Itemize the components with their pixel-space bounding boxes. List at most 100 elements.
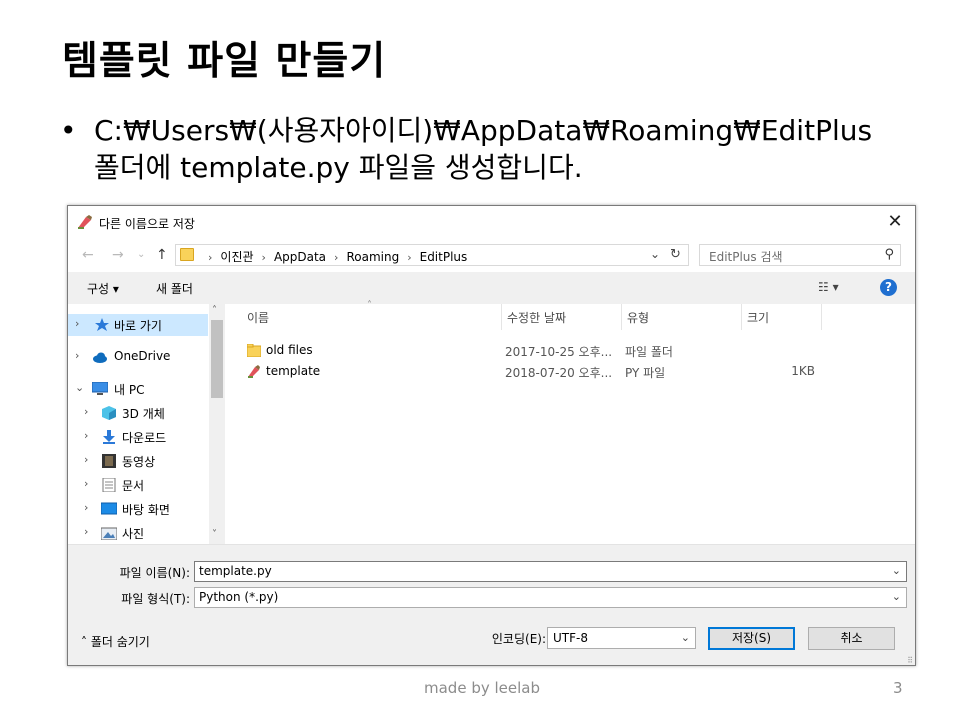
bullet-marker: • — [60, 114, 77, 147]
close-button[interactable]: ✕ — [875, 206, 915, 238]
column-header-type[interactable]: 유형 — [627, 308, 649, 330]
folder-icon — [180, 248, 194, 261]
column-header-modified[interactable]: 수정한 날짜 — [507, 308, 566, 330]
chevron-right-icon[interactable]: › — [75, 349, 79, 362]
column-divider[interactable] — [821, 304, 822, 330]
up-arrow-icon[interactable]: ↑ — [156, 247, 168, 263]
cube-icon — [102, 406, 116, 420]
scroll-up-icon[interactable]: ˄ — [212, 305, 217, 316]
nav-item-label: 다운로드 — [122, 431, 167, 445]
filename-field[interactable]: template.py ⌄ — [194, 561, 907, 582]
cloud-icon — [93, 352, 107, 363]
nav-item-documents[interactable]: › 문서 — [68, 474, 208, 496]
scroll-thumb[interactable] — [211, 320, 223, 398]
column-divider[interactable] — [501, 304, 502, 330]
nav-item-quick-access[interactable]: › 바로 가기 — [68, 314, 208, 336]
file-modified: 2018-07-20 오후... — [505, 366, 613, 380]
video-icon — [102, 454, 116, 468]
editplus-app-icon — [78, 215, 92, 229]
chevron-right-icon[interactable]: › — [84, 429, 88, 442]
forward-arrow-icon[interactable]: → — [112, 247, 124, 263]
column-header-name[interactable]: 이름 — [247, 308, 269, 330]
footer-credit: made by leelab — [424, 679, 540, 697]
nav-item-downloads[interactable]: › 다운로드 — [68, 426, 208, 448]
back-arrow-icon[interactable]: ← — [82, 247, 94, 263]
nav-item-3d-objects[interactable]: › 3D 개체 — [68, 402, 208, 424]
column-divider[interactable] — [621, 304, 622, 330]
file-name: template — [266, 364, 321, 378]
column-divider[interactable] — [741, 304, 742, 330]
chevron-right-icon[interactable]: › — [84, 477, 88, 490]
file-row[interactable]: old files 2017-10-25 오후... 파일 폴더 — [245, 341, 845, 362]
view-options-icon[interactable]: ☷ ▾ — [818, 280, 839, 294]
file-row[interactable]: template 2018-07-20 오후... PY 파일 1KB — [245, 362, 845, 383]
address-bar[interactable]: › 이진관 › AppData › Roaming › EditPlus ⌄ ↻ — [175, 244, 689, 266]
help-icon[interactable]: ? — [880, 279, 897, 296]
breadcrumb-item[interactable]: Roaming — [346, 250, 399, 264]
slide-title: 템플릿 파일 만들기 — [62, 39, 387, 84]
desktop-icon — [101, 502, 117, 515]
file-type: 파일 폴더 — [625, 345, 673, 359]
breadcrumb-separator: › — [208, 251, 213, 264]
nav-item-label: 동영상 — [122, 455, 156, 469]
recent-locations-icon[interactable]: ⌄ — [137, 249, 145, 260]
chevron-right-icon[interactable]: › — [84, 501, 88, 514]
nav-item-pictures[interactable]: › 사진 — [68, 522, 208, 544]
page-number: 3 — [893, 679, 903, 697]
editplus-file-icon — [248, 365, 260, 378]
nav-scrollbar[interactable]: ˄ ˅ — [209, 304, 225, 544]
file-list: 이름 ˄ 수정한 날짜 유형 크기 old files 2017-10-25 오… — [225, 300, 915, 544]
breadcrumb-separator: › — [261, 251, 266, 264]
command-bar: 구성 ▾ 새 폴더 ☷ ▾ ? — [68, 272, 915, 304]
new-folder-button[interactable]: 새 폴더 — [156, 280, 193, 297]
encoding-select[interactable]: UTF-8 ⌄ — [547, 627, 696, 649]
star-icon — [95, 318, 109, 331]
chevron-right-icon[interactable]: › — [84, 525, 88, 538]
nav-item-this-pc[interactable]: ⌄ 내 PC — [68, 378, 208, 400]
nav-item-label: 사진 — [122, 527, 145, 541]
chevron-down-icon[interactable]: ⌄ — [75, 381, 84, 394]
address-row: ← → ⌄ ↑ › 이진관 › AppData › Roaming › EditPlus ⌄ … — [68, 239, 915, 271]
search-placeholder: EditPlus 검색 — [709, 250, 783, 264]
chevron-right-icon[interactable]: › — [84, 453, 88, 466]
breadcrumb: › 이진관 › AppData › Roaming › EditPlus — [200, 248, 467, 265]
refresh-icon[interactable]: ↻ — [670, 247, 681, 262]
save-as-dialog: 다른 이름으로 저장 ✕ ← → ⌄ ↑ › 이진관 › AppData › Roamin… — [67, 205, 916, 666]
nav-item-videos[interactable]: › 동영상 — [68, 450, 208, 472]
sort-ascending-icon: ˄ — [367, 300, 372, 311]
chevron-right-icon[interactable]: › — [75, 317, 79, 330]
column-header-size[interactable]: 크기 — [747, 308, 769, 330]
encoding-value: UTF-8 — [553, 631, 588, 645]
nav-item-label: 바로 가기 — [114, 319, 162, 333]
computer-icon — [92, 382, 108, 395]
chevron-down-icon[interactable]: ⌄ — [681, 631, 690, 644]
download-icon — [103, 430, 115, 444]
breadcrumb-separator: › — [334, 251, 339, 264]
cancel-button[interactable]: 취소 — [808, 627, 895, 650]
file-size: 1KB — [791, 364, 815, 378]
filetype-label: 파일 형식(T): — [121, 592, 190, 606]
encoding-label: 인코딩(E): — [491, 632, 546, 646]
search-icon[interactable]: ⚲ — [884, 247, 894, 262]
breadcrumb-item[interactable]: AppData — [274, 250, 326, 264]
organize-button[interactable]: 구성 ▾ — [87, 280, 119, 297]
nav-item-onedrive[interactable]: › OneDrive — [68, 346, 208, 368]
chevron-down-icon[interactable]: ⌄ — [892, 564, 901, 577]
search-input[interactable]: EditPlus 검색 ⚲ — [699, 244, 901, 266]
save-button[interactable]: 저장(S) — [708, 627, 795, 650]
breadcrumb-item[interactable]: 이진관 — [220, 250, 253, 264]
filetype-select[interactable]: Python (*.py) ⌄ — [194, 587, 907, 608]
scroll-down-icon[interactable]: ˅ — [212, 529, 217, 540]
nav-item-desktop[interactable]: › 바탕 화면 — [68, 498, 208, 520]
bullet-line-2: 폴더에 template.py 파일을 생성합니다. — [94, 151, 583, 184]
file-modified: 2017-10-25 오후... — [505, 345, 613, 359]
chevron-down-icon[interactable]: ⌄ — [892, 590, 901, 603]
chevron-right-icon[interactable]: › — [84, 405, 88, 418]
chevron-down-icon[interactable]: ⌄ — [650, 247, 660, 261]
dialog-title: 다른 이름으로 저장 — [99, 217, 195, 231]
nav-item-label: 내 PC — [114, 383, 145, 397]
nav-item-label: 바탕 화면 — [122, 503, 170, 517]
breadcrumb-item[interactable]: EditPlus — [420, 250, 468, 264]
resize-grip-icon[interactable]: ⠿ — [907, 656, 913, 665]
hide-folders-toggle[interactable]: ˄ 폴더 숨기기 — [81, 633, 150, 650]
